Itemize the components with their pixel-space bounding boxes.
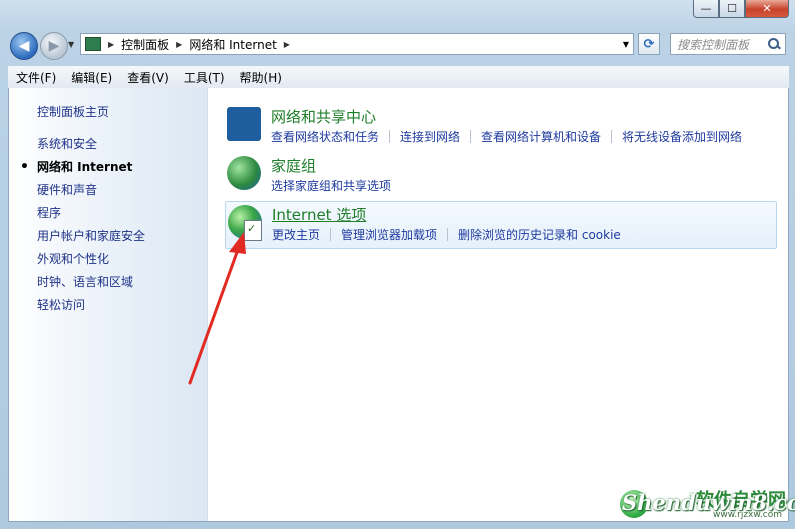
sidebar-item-clock-language[interactable]: 时钟、语言和区域 [37,274,145,297]
link-view-network-computers[interactable]: 查看网络计算机和设备 [481,128,601,145]
arrow-right-icon: ▶ [48,38,60,54]
refresh-icon: ⟳ [643,36,655,52]
link-view-network-status[interactable]: 查看网络状态和任务 [271,128,379,145]
link-divider [470,130,472,143]
sidebar-item-ease-of-access[interactable]: 轻松访问 [37,297,145,320]
menu-tools[interactable]: 工具(T) [176,69,232,86]
section-title-homegroup[interactable]: 家庭组 [271,155,316,176]
link-connect-to-network[interactable]: 连接到网络 [400,128,460,145]
content-area: 控制面板主页 系统和安全 网络和 Internet 硬件和声音 程序 用户帐户和… [8,88,789,522]
sidebar-item-network-internet[interactable]: 网络和 Internet [20,159,145,182]
search-input[interactable]: 搜索控制面板 [677,36,768,53]
breadcrumb-separator-icon[interactable]: ▶ [108,40,114,49]
address-bar[interactable]: ▶ 控制面板 ▶ 网络和 Internet ▶ ▼ [80,33,634,55]
navigation-bar: ◀ ▶ ▼ ▶ 控制面板 ▶ 网络和 Internet ▶ ▼ ⟳ 搜索控制面板 [8,30,788,62]
search-box[interactable]: 搜索控制面板 [670,33,786,55]
section-internet-options[interactable]: Internet 选项 更改主页 管理浏览器加载项 删除浏览的历史记录和 coo… [225,201,777,249]
link-divider [389,130,391,143]
breadcrumb-network-internet[interactable]: 网络和 Internet [189,36,276,53]
control-panel-icon [85,37,101,51]
search-icon[interactable] [768,38,780,50]
section-network-sharing-center: 网络和共享中心 查看网络状态和任务 连接到网络 查看网络计算机和设备 将无线设备… [225,104,777,152]
internet-options-icon[interactable] [228,205,262,241]
sidebar-home-link[interactable]: 控制面板主页 [37,103,109,120]
section-title-internet-options[interactable]: Internet 选项 [272,204,366,225]
minimize-button[interactable]: — [693,0,719,18]
sidebar-item-hardware-sound[interactable]: 硬件和声音 [37,182,145,205]
refresh-button[interactable]: ⟳ [638,33,660,55]
maximize-button[interactable]: ☐ [719,0,745,18]
link-divider [611,130,613,143]
sidebar-item-programs[interactable]: 程序 [37,205,145,228]
homegroup-icon[interactable] [227,156,261,190]
section-links: 查看网络状态和任务 连接到网络 查看网络计算机和设备 将无线设备添加到网络 [271,128,742,145]
section-homegroup: 家庭组 选择家庭组和共享选项 [225,153,777,201]
section-links: 选择家庭组和共享选项 [271,177,391,194]
link-delete-browsing-history[interactable]: 删除浏览的历史记录和 cookie [458,226,621,243]
menu-view[interactable]: 查看(V) [119,69,176,86]
sidebar: 控制面板主页 系统和安全 网络和 Internet 硬件和声音 程序 用户帐户和… [9,88,208,521]
address-dropdown-icon[interactable]: ▼ [623,40,629,49]
link-change-home-page[interactable]: 更改主页 [272,226,320,243]
breadcrumb-separator-icon[interactable]: ▶ [176,40,182,49]
menu-edit[interactable]: 编辑(E) [63,69,119,86]
link-add-wireless-device[interactable]: 将无线设备添加到网络 [622,128,742,145]
menu-help[interactable]: 帮助(H) [232,69,289,86]
control-panel-window: — ☐ ✕ ◀ ▶ ▼ ▶ 控制面板 ▶ 网络和 Internet ▶ ▼ ⟳ … [0,0,795,529]
link-divider [447,228,449,241]
watermark: 软件自学网 Shenduwin8.com www.rjzxw.com [616,484,795,524]
menu-bar: 文件(F) 编辑(E) 查看(V) 工具(T) 帮助(H) [8,66,789,89]
breadcrumb-separator-icon[interactable]: ▶ [284,40,290,49]
main-panel: 网络和共享中心 查看网络状态和任务 连接到网络 查看网络计算机和设备 将无线设备… [209,88,788,521]
sidebar-item-user-accounts[interactable]: 用户帐户和家庭安全 [37,228,145,251]
link-homegroup-options[interactable]: 选择家庭组和共享选项 [271,177,391,194]
breadcrumb-control-panel[interactable]: 控制面板 [121,36,169,53]
watermark-subtext: www.rjzxw.com [713,510,782,520]
menu-file[interactable]: 文件(F) [8,69,63,86]
checklist-document-icon [244,220,262,241]
section-links: 更改主页 管理浏览器加载项 删除浏览的历史记录和 cookie [272,226,621,243]
arrow-left-icon: ◀ [18,38,30,54]
caption-buttons: — ☐ ✕ [693,0,789,18]
forward-button[interactable]: ▶ [40,32,68,60]
back-button[interactable]: ◀ [10,32,38,60]
sidebar-category-list: 系统和安全 网络和 Internet 硬件和声音 程序 用户帐户和家庭安全 外观… [20,136,145,320]
sidebar-item-system-security[interactable]: 系统和安全 [37,136,145,159]
sidebar-item-appearance[interactable]: 外观和个性化 [37,251,145,274]
network-center-icon[interactable] [227,107,261,141]
link-manage-add-ons[interactable]: 管理浏览器加载项 [341,226,437,243]
section-title-network-sharing-center[interactable]: 网络和共享中心 [271,106,376,127]
recent-pages-dropdown[interactable]: ▼ [68,40,74,49]
close-button[interactable]: ✕ [745,0,789,18]
link-divider [330,228,332,241]
